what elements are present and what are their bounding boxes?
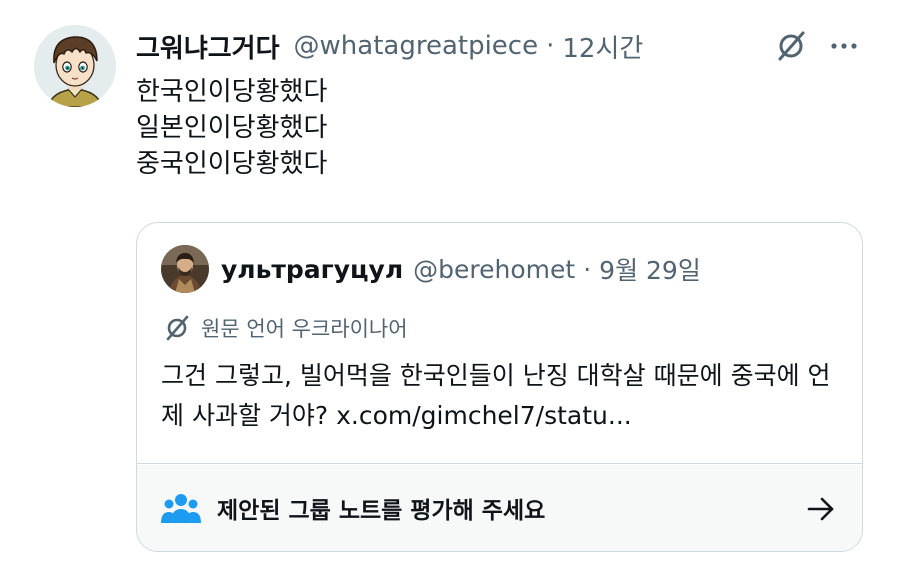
translation-note: 원문 언어 우크라이나어 xyxy=(163,313,408,343)
divider xyxy=(137,463,862,464)
post-line: 중국인이당황했다 xyxy=(136,149,328,179)
more-dots-icon[interactable] xyxy=(827,33,861,59)
photo-avatar-image xyxy=(161,245,209,293)
anime-boy-avatar-image xyxy=(34,25,116,107)
quoted-body: 그건 그렇고, 빌어먹을 한국인들이 난징 대학살 때문에 중국에 언제 사과할… xyxy=(161,361,831,430)
author-display-name[interactable]: 그워냐그거다 xyxy=(136,28,280,65)
post-line: 일본인이당황했다 xyxy=(136,113,328,143)
post-body: 한국인이당황했다 일본인이당황했다 중국인이당황했다 xyxy=(136,74,327,182)
post-line: 한국인이당황했다 xyxy=(136,77,328,107)
translate-slash-icon xyxy=(166,315,189,341)
quoted-handle[interactable]: @berehomet xyxy=(413,255,575,284)
people-group-icon xyxy=(161,494,201,523)
quoted-header: ультрагуцул @berehomet · 9월 29일 xyxy=(221,251,701,287)
post-header: 그워냐그거다 @whatagreatpiece · 12시간 xyxy=(136,28,643,64)
quoted-timestamp[interactable]: 9월 29일 xyxy=(599,251,701,287)
post-timestamp[interactable]: 12시간 xyxy=(562,28,643,65)
author-avatar[interactable] xyxy=(34,25,116,107)
quoted-display-name[interactable]: ультрагуцул xyxy=(221,255,403,284)
separator-dot: · xyxy=(546,31,555,61)
quoted-author-avatar[interactable] xyxy=(161,245,209,293)
community-notes-prompt[interactable]: 제안된 그룹 노트를 평가해 주세요 xyxy=(137,465,862,551)
community-notes-label[interactable]: 제안된 그룹 노트를 평가해 주세요 xyxy=(217,491,545,525)
translate-slash-icon[interactable] xyxy=(774,29,808,63)
translation-note-label: 원문 언어 우크라이나어 xyxy=(201,317,408,341)
arrow-right-icon[interactable] xyxy=(806,495,836,523)
separator-dot: · xyxy=(583,254,592,284)
quoted-post[interactable]: ультрагуцул @berehomet · 9월 29일 원문 언어 우크… xyxy=(136,222,863,552)
author-handle[interactable]: @whatagreatpiece xyxy=(294,31,539,61)
